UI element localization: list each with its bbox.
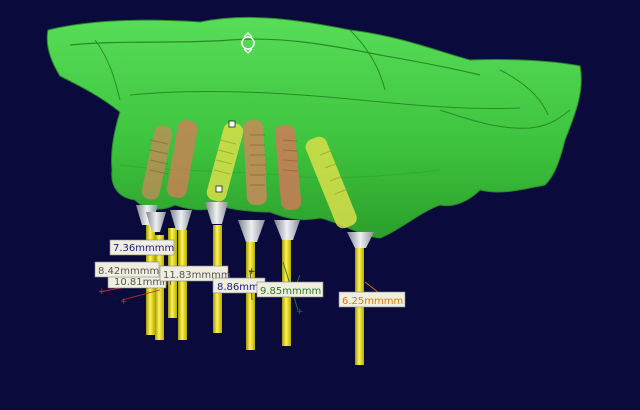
svg-text:+: + [248,267,256,277]
measurement-value: 8.86mm [217,282,259,293]
measurement-value: 8.42mmmm [98,266,159,277]
3d-viewport[interactable]: + + + + + + 7.36mmmm 10.81mmm 8.42mmmm 1… [0,0,640,410]
measurement-value: 7.36mmmm [113,243,174,254]
measurement-label-1[interactable]: 7.36mmmm [109,239,175,256]
bone-model[interactable] [46,16,582,239]
measurement-label-7[interactable]: 6.25mmmm [338,291,406,308]
measurement-value: 9.85mmmm [260,286,321,297]
measurement-label-6[interactable]: 9.85mmmm [256,281,324,298]
pin-4[interactable] [178,230,187,340]
measurement-label-2[interactable]: 8.42mmmm [94,261,160,278]
measurement-value: 6.25mmmm [342,296,403,307]
control-point-1[interactable] [228,120,236,128]
control-point-2[interactable] [215,185,223,193]
svg-text:+: + [120,297,128,307]
svg-text:+: + [296,307,304,317]
pin-6[interactable] [246,240,255,350]
svg-text:+: + [98,287,106,297]
implant-scene[interactable]: + + + + + + 7.36mmmm 10.81mmm 8.42mmmm 1… [0,0,640,410]
